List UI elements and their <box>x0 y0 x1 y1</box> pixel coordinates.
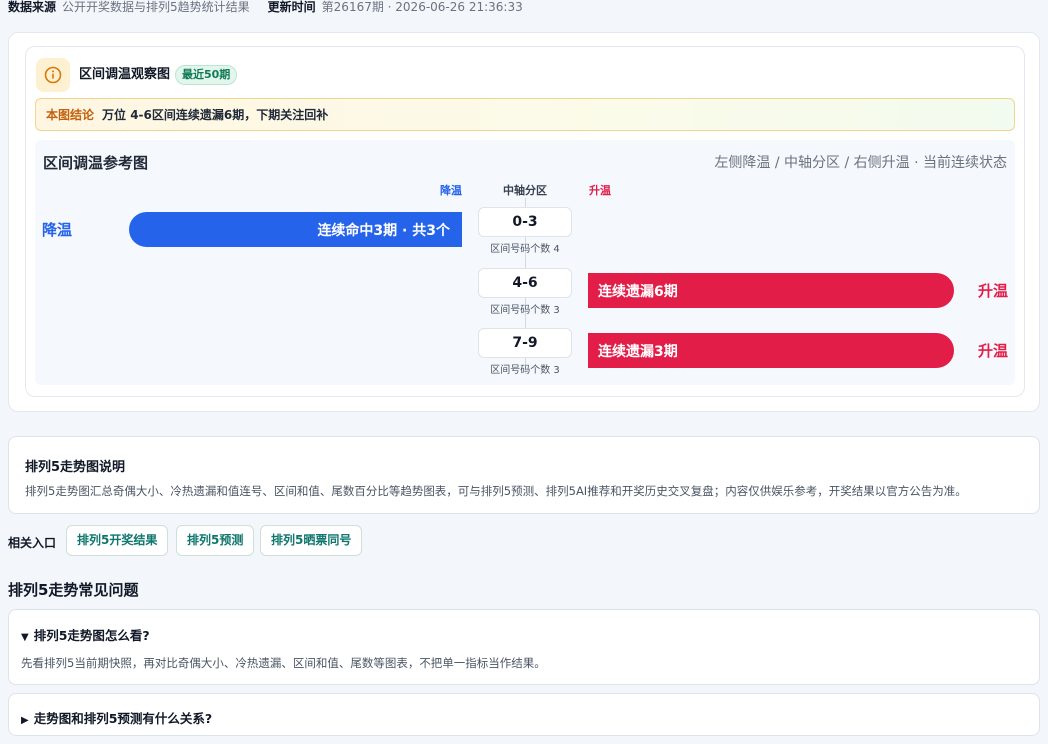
zone-count-label: 区间号码个数 4 <box>490 244 560 255</box>
zone-count-label: 区间号码个数 3 <box>490 365 560 376</box>
description-title: 排列5走势图说明 <box>25 460 126 475</box>
link-ticket-share[interactable]: 排列5晒票同号 <box>260 525 363 556</box>
related-label: 相关入口 <box>8 536 57 550</box>
link-prediction[interactable]: 排列5预测 <box>176 525 255 556</box>
zone-temperature-card: 区间调温观察图 最近50期 本图结论 万位 4-6区间连续遗漏6期，下期关注回补… <box>25 46 1025 397</box>
faq-heading: 排列5走势常见问题 <box>8 581 139 599</box>
cool-bar-0-3: 连续命中3期 · 共3个 <box>129 212 462 247</box>
faq-answer: 先看排列5当前期快照，再对比奇偶大小、冷热遗漏、区间和值、尾数等图表，不把单一指… <box>21 656 546 670</box>
conclusion-tag: 本图结论 <box>46 107 95 122</box>
link-draw-results[interactable]: 排列5开奖结果 <box>66 525 169 556</box>
update-label: 更新时间 <box>267 0 316 14</box>
recent-periods-badge: 最近50期 <box>175 65 238 85</box>
info-circle-icon <box>36 58 70 92</box>
faq-item-expanded[interactable]: ▼ 排列5走势图怎么看? 先看排列5当前期快照，再对比奇偶大小、冷热遗漏、区间和值… <box>8 609 1040 685</box>
zone-pill-4-6: 4-6 <box>478 268 572 298</box>
header-cool-label: 降温 <box>440 184 462 197</box>
source-label: 数据来源 <box>8 0 57 14</box>
caret-right-icon: ▶ <box>21 715 29 726</box>
update-value: 第26167期 · 2026-06-26 21:36:33 <box>321 0 523 14</box>
faq-question[interactable]: ▶ 走势图和排列5预测有什么关系? <box>21 708 212 727</box>
data-source-bar: 数据来源 公开开奖数据与排列5趋势统计结果 更新时间 第26167期 · 2026-0… <box>8 0 523 14</box>
cool-side-label: 降温 <box>42 221 73 239</box>
faq-question[interactable]: ▼ 排列5走势图怎么看? <box>21 625 150 644</box>
header-warm-label: 升温 <box>589 184 611 197</box>
chart-title: 区间调温参考图 <box>43 154 149 172</box>
warm-bar-4-6: 连续遗漏6期 <box>588 273 954 308</box>
warm-side-label: 升温 <box>978 282 1009 300</box>
chart-section: 区间调温观察图 最近50期 本图结论 万位 4-6区间连续遗漏6期，下期关注回补… <box>8 32 1040 412</box>
card-title: 区间调温观察图 <box>79 67 171 82</box>
caret-down-icon: ▼ <box>21 632 29 643</box>
zone-chart-panel: 区间调温参考图 左侧降温 / 中轴分区 / 右侧升温 · 当前连续状态 降温 中… <box>35 140 1015 385</box>
conclusion-banner: 本图结论 万位 4-6区间连续遗漏6期，下期关注回补 <box>35 98 1015 131</box>
trend-description-card: 排列5走势图说明 排列5走势图汇总奇偶大小、冷热遗漏和值连号、区间和值、尾数百分… <box>8 436 1040 514</box>
faq-item-collapsed[interactable]: ▶ 走势图和排列5预测有什么关系? <box>8 693 1040 736</box>
zone-pill-0-3: 0-3 <box>478 207 572 237</box>
description-text: 排列5走势图汇总奇偶大小、冷热遗漏和值连号、区间和值、尾数百分比等趋势图表，可与… <box>25 484 967 498</box>
zone-pill-7-9: 7-9 <box>478 328 572 358</box>
warm-side-label: 升温 <box>978 342 1009 360</box>
header-axis-label: 中轴分区 <box>503 184 547 197</box>
conclusion-text: 万位 4-6区间连续遗漏6期，下期关注回补 <box>102 107 329 122</box>
source-value: 公开开奖数据与排列5趋势统计结果 <box>62 0 250 14</box>
warm-bar-7-9: 连续遗漏3期 <box>588 333 954 368</box>
chart-subtitle: 左侧降温 / 中轴分区 / 右侧升温 · 当前连续状态 <box>714 155 1007 171</box>
zone-count-label: 区间号码个数 3 <box>490 305 560 316</box>
